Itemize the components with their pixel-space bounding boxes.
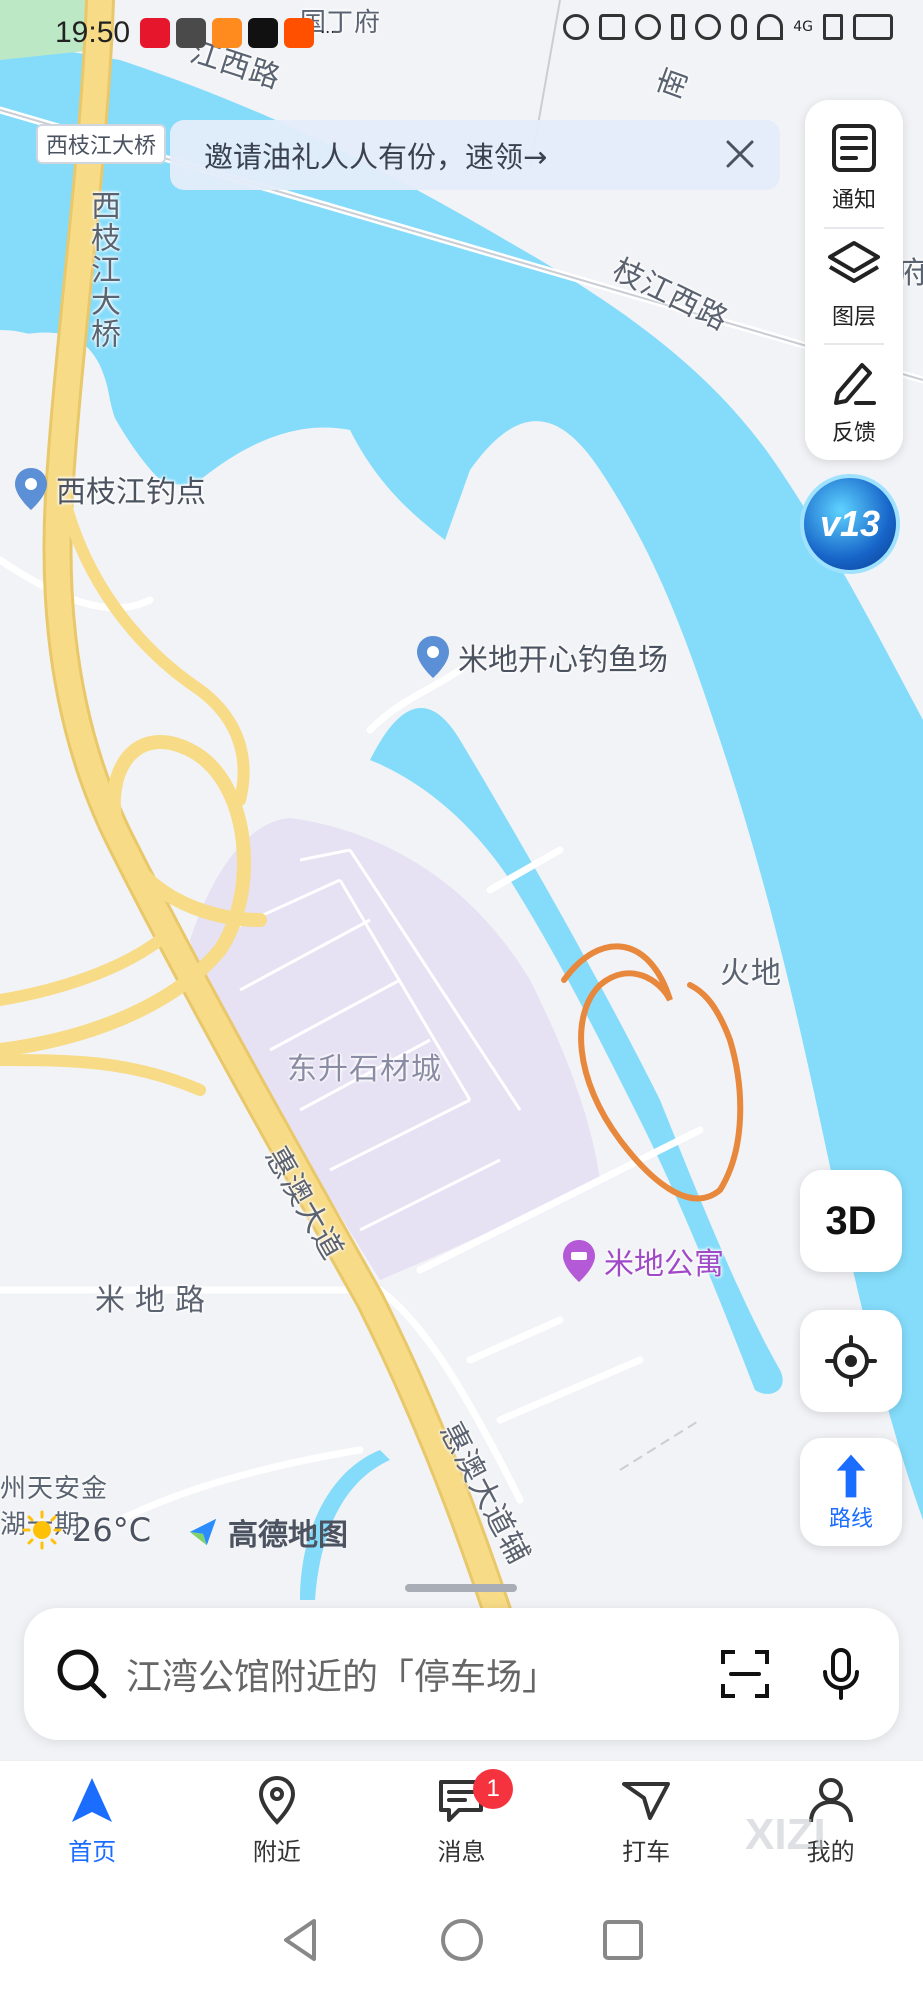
tab-home[interactable]: 首页 — [0, 1761, 185, 1880]
video-app-icon — [212, 18, 243, 48]
taobao-icon — [284, 18, 315, 48]
tab-label: 首页 — [68, 1838, 117, 1866]
map-label-midi-road: 米地路 — [95, 1283, 215, 1318]
amap-brand-name: 高德地图 — [228, 1518, 348, 1553]
back-icon[interactable] — [276, 1915, 326, 1965]
taxi-icon — [622, 1782, 671, 1820]
poi-label: 米地开心钓鱼场 — [458, 643, 668, 678]
sun-icon — [22, 1510, 62, 1550]
location-icon — [695, 14, 722, 40]
notification-label: 通知 — [831, 188, 876, 213]
network-type: 4G — [793, 19, 813, 35]
amap-brand: 高德地图 — [186, 1510, 348, 1554]
map-label-tian-an: 州天安金 — [0, 1474, 109, 1504]
divider — [824, 343, 884, 346]
home-navigation-icon — [72, 1778, 113, 1822]
alarm-icon — [635, 14, 662, 40]
poi-label: 米地公寓 — [604, 1247, 724, 1282]
notification-icon — [832, 124, 876, 172]
tab-messages[interactable]: 消息 1 — [369, 1761, 554, 1880]
route-arrow-icon — [836, 1454, 866, 1498]
tab-taxi[interactable]: 打车 — [554, 1761, 739, 1880]
promo-banner[interactable]: 邀请油礼人人有份，速领→ — [170, 120, 780, 190]
poi-xizhijiang-fishing-spot[interactable]: 西枝江钓点 — [12, 466, 206, 512]
mic-icon[interactable] — [813, 1646, 869, 1702]
home-icon[interactable] — [437, 1915, 487, 1965]
poi-label: 西枝江钓点 — [56, 475, 206, 510]
eye-icon — [563, 14, 590, 40]
locate-icon — [825, 1335, 877, 1387]
layers-icon — [828, 240, 880, 283]
tiktok-icon — [248, 18, 279, 48]
search-input[interactable]: 江湾公馆附近的「停车场」 — [126, 1648, 677, 1700]
promo-banner-text: 邀请油礼人人有份，速领→ — [204, 140, 548, 174]
signal-icon — [823, 14, 843, 40]
map-label-fire-land: 火地 — [720, 956, 782, 991]
temperature: 26°C — [72, 1511, 152, 1549]
bluetooth-icon — [671, 14, 686, 40]
map-label-west-bridge: 西枝江大桥 — [85, 190, 120, 350]
weibo-icon — [140, 18, 171, 48]
scan-icon[interactable] — [717, 1646, 773, 1702]
bridge-name-tag: 西枝江大桥 — [36, 124, 167, 164]
tab-nearby[interactable]: 附近 — [185, 1761, 370, 1880]
status-time: 19:50 — [55, 16, 131, 49]
location-pin-icon — [417, 636, 449, 678]
v13-badge[interactable]: v13 — [800, 474, 900, 574]
map-side-panel: 通知 图层 反馈 — [805, 100, 903, 460]
divider — [824, 226, 884, 229]
poi-midi-fishing-ground[interactable]: 米地开心钓鱼场 — [414, 634, 668, 680]
location-pin-icon — [15, 468, 47, 510]
feedback-edit-icon — [834, 363, 876, 406]
mic-icon — [731, 14, 748, 40]
map-canvas[interactable]: 江西路 国丁府 南 枝江西路 府 西枝江大桥 西枝江大桥 火地 东升石材城 惠澳… — [0, 0, 923, 1760]
feedback-button[interactable]: 反馈 — [826, 353, 882, 460]
status-indicators: 4G — [563, 14, 893, 40]
feedback-label: 反馈 — [831, 421, 876, 447]
close-icon[interactable] — [722, 136, 758, 172]
hotel-pin-icon — [563, 1240, 595, 1282]
route-button[interactable]: 路线 — [800, 1438, 902, 1546]
map-base — [0, 0, 923, 1760]
search-bar[interactable]: 江湾公馆附近的「停车场」 — [24, 1608, 899, 1740]
3d-toggle-button[interactable]: 3D — [800, 1170, 902, 1272]
wifi-icon — [757, 14, 784, 40]
watermark: XIZI — [745, 1810, 826, 1859]
sheet-drag-handle[interactable] — [405, 1584, 517, 1592]
map-label-stone-city: 东升石材城 — [287, 1052, 442, 1087]
tab-label: 消息 — [437, 1838, 486, 1866]
wechat-icon — [176, 18, 207, 48]
unread-badge: 1 — [473, 1769, 514, 1809]
nearby-pin-icon — [258, 1775, 295, 1825]
recents-icon[interactable] — [598, 1915, 648, 1965]
nfc-icon — [599, 14, 626, 40]
battery-icon — [853, 14, 893, 40]
route-label: 路线 — [828, 1507, 873, 1532]
notification-button[interactable]: 通知 — [826, 120, 882, 227]
3d-label: 3D — [825, 1198, 877, 1243]
tab-label: 打车 — [622, 1838, 671, 1866]
poi-midi-apartment[interactable]: 米地公寓 — [560, 1238, 724, 1284]
search-icon — [57, 1649, 107, 1699]
system-nav-bar — [0, 1880, 923, 2000]
layers-button[interactable]: 图层 — [826, 237, 882, 344]
amap-logo-icon — [189, 1518, 217, 1546]
status-bar: 19:50 ... 4G — [0, 0, 923, 66]
status-more: ... — [320, 18, 336, 37]
weather-widget[interactable]: 26°C — [22, 1510, 151, 1550]
status-app-icons: ... — [140, 18, 335, 48]
tab-label: 附近 — [252, 1838, 301, 1866]
locate-button[interactable] — [800, 1310, 902, 1412]
layers-label: 图层 — [831, 304, 876, 330]
